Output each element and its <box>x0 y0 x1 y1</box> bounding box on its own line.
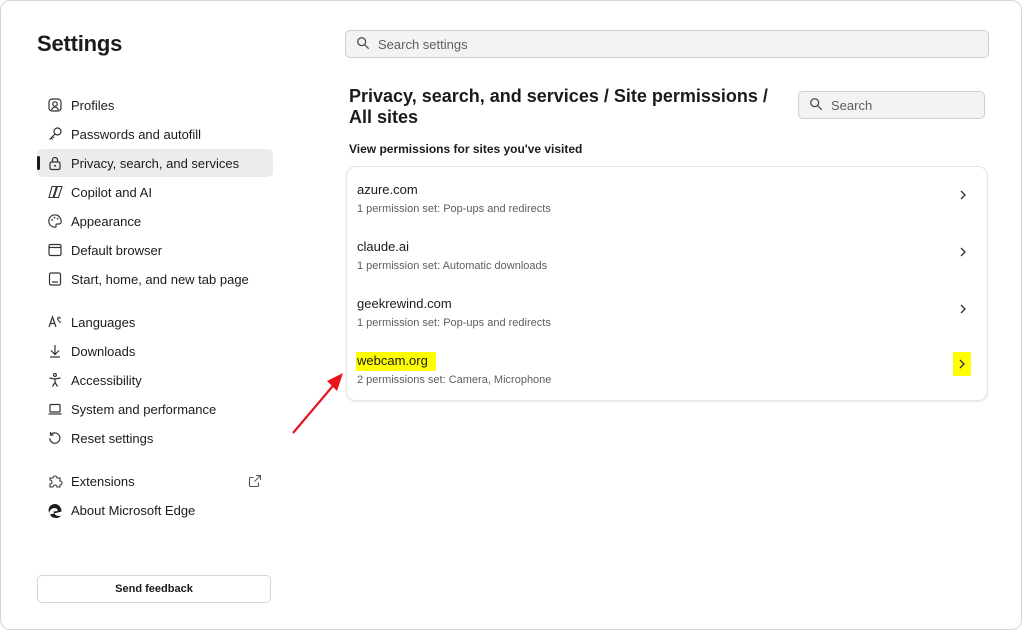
reset-icon <box>47 430 63 446</box>
profile-icon <box>47 97 63 113</box>
sidebar-item-downloads[interactable]: Downloads <box>37 337 273 365</box>
chevron-right-icon[interactable] <box>955 301 971 317</box>
download-icon <box>47 343 63 359</box>
sidebar-item-label: About Microsoft Edge <box>71 502 196 518</box>
sidebar-item-label: Start, home, and new tab page <box>71 271 249 287</box>
sidebar-item-label: Accessibility <box>71 372 142 388</box>
search-icon <box>809 97 831 114</box>
sidebar-item-label: Reset settings <box>71 430 154 446</box>
site-permissions: 1 permission set: Automatic downloads <box>357 260 548 272</box>
copilot-icon <box>47 184 63 200</box>
sidebar-item-extensions[interactable]: Extensions <box>37 467 273 495</box>
sidebar-item-accessibility[interactable]: Accessibility <box>37 366 273 394</box>
search-placeholder: Search settings <box>378 36 468 52</box>
language-icon <box>47 314 63 330</box>
annotation-arrow-icon <box>292 373 343 434</box>
edge-icon <box>47 502 63 518</box>
sidebar-item-label: System and performance <box>71 401 217 417</box>
search-placeholder: Search <box>831 97 873 113</box>
sidebar-item-label: Profiles <box>71 97 115 113</box>
site-row-webcam[interactable]: webcam.org 2 permissions set: Camera, Mi… <box>347 338 987 395</box>
nav-group-gap <box>37 453 273 467</box>
site-row-geekrewind[interactable]: geekrewind.com 1 permission set: Pop-ups… <box>347 281 987 338</box>
sidebar-item-start-home[interactable]: Start, home, and new tab page <box>37 265 273 293</box>
chevron-right-icon[interactable] <box>955 187 971 203</box>
site-name: claude.ai <box>357 239 410 254</box>
site-name: azure.com <box>357 182 418 197</box>
sidebar-item-about[interactable]: About Microsoft Edge <box>37 496 273 524</box>
sidebar-item-reset[interactable]: Reset settings <box>37 424 273 452</box>
sidebar-item-label: Languages <box>71 314 136 330</box>
laptop-icon <box>47 401 63 417</box>
sidebar-item-label: Appearance <box>71 213 142 229</box>
sidebar-item-label: Privacy, search, and services <box>71 155 240 171</box>
page-title: Settings <box>37 31 123 56</box>
sidebar-item-label: Downloads <box>71 343 136 359</box>
send-feedback-button[interactable]: Send feedback <box>37 575 271 603</box>
highlighted-site-name: webcam.org <box>356 352 436 371</box>
puzzle-icon <box>47 473 63 489</box>
chevron-right-icon[interactable] <box>953 352 971 376</box>
site-permissions: 1 permission set: Pop-ups and redirects <box>357 317 551 329</box>
external-link-icon[interactable] <box>247 473 263 489</box>
sidebar-item-label: Extensions <box>71 473 135 489</box>
sidebar-item-profiles[interactable]: Profiles <box>37 91 273 119</box>
sidebar-item-copilot[interactable]: Copilot and AI <box>37 178 273 206</box>
sidebar-item-label: Passwords and autofill <box>71 126 202 142</box>
site-name: geekrewind.com <box>357 296 452 311</box>
site-row-azure[interactable]: azure.com 1 permission set: Pop-ups and … <box>347 167 987 224</box>
browser-icon <box>47 242 63 258</box>
settings-window: Settings Profiles Passwords and autofill… <box>0 0 1022 630</box>
accessibility-icon <box>47 372 63 388</box>
key-icon <box>47 126 63 142</box>
sidebar-nav: Profiles Passwords and autofill Privacy,… <box>37 91 273 525</box>
search-settings-input[interactable]: Search settings <box>345 30 989 58</box>
site-permissions: 2 permissions set: Camera, Microphone <box>357 374 552 386</box>
site-row-claude[interactable]: claude.ai 1 permission set: Automatic do… <box>347 224 987 281</box>
chevron-right-icon[interactable] <box>955 244 971 260</box>
site-search-input[interactable]: Search <box>798 91 985 119</box>
palette-icon <box>47 213 63 229</box>
nav-group-gap <box>37 294 273 308</box>
sidebar-item-languages[interactable]: Languages <box>37 308 273 336</box>
section-heading: View permissions for sites you've visite… <box>349 142 583 156</box>
sidebar-item-label: Copilot and AI <box>71 184 152 200</box>
site-permissions: 1 permission set: Pop-ups and redirects <box>357 203 551 215</box>
sidebar-item-label: Default browser <box>71 242 163 258</box>
home-icon <box>47 271 63 287</box>
sidebar-item-default-browser[interactable]: Default browser <box>37 236 273 264</box>
sidebar-item-system[interactable]: System and performance <box>37 395 273 423</box>
breadcrumb: Privacy, search, and services / Site per… <box>349 86 768 127</box>
search-icon <box>356 36 378 53</box>
sidebar-item-appearance[interactable]: Appearance <box>37 207 273 235</box>
sidebar-item-passwords[interactable]: Passwords and autofill <box>37 120 273 148</box>
site-permissions-list: azure.com 1 permission set: Pop-ups and … <box>346 166 988 401</box>
lock-icon <box>47 155 63 171</box>
site-name: webcam.org <box>356 352 436 371</box>
sidebar-item-privacy[interactable]: Privacy, search, and services <box>37 149 273 177</box>
